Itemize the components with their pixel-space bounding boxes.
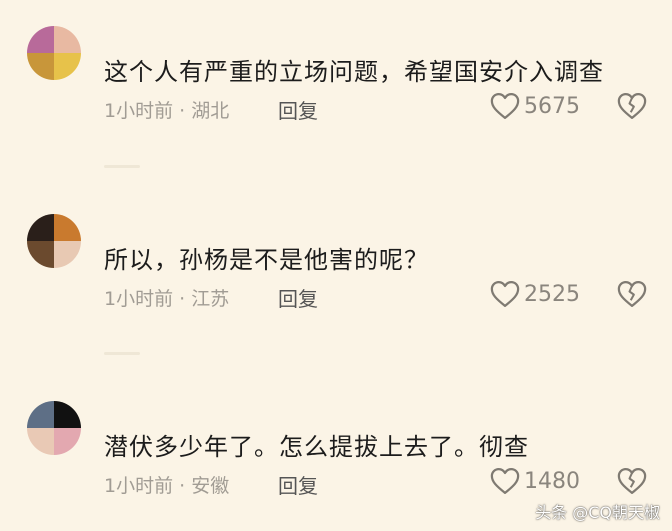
comment-item: 这个人有严重的立场问题，希望国安介入调查 1小时前 · 湖北 回复 5675 [0, 18, 672, 158]
comment-meta: 1小时前 · 江苏 [104, 288, 230, 310]
reply-button[interactable]: 回复 [278, 283, 318, 312]
dislike-button[interactable] [617, 91, 647, 121]
broken-heart-icon [617, 281, 647, 307]
avatar[interactable] [27, 26, 81, 80]
heart-outline-icon [490, 93, 520, 119]
avatar-pixel [27, 428, 54, 455]
avatar-pixel [27, 241, 54, 268]
comment-text: 这个人有严重的立场问题，希望国安介入调查 [104, 58, 604, 86]
reply-button[interactable]: 回复 [278, 470, 318, 499]
avatar-pixel [54, 428, 81, 455]
comment-list: 这个人有严重的立场问题，希望国安介入调查 1小时前 · 湖北 回复 5675 所… [0, 0, 672, 531]
avatar-pixel [54, 26, 81, 53]
heart-outline-icon [490, 281, 520, 307]
watermark: 头条 @CQ朝天椒 [535, 503, 660, 522]
broken-heart-icon [617, 468, 647, 494]
avatar[interactable] [27, 214, 81, 268]
avatar-pixel [54, 241, 81, 268]
like-count: 1480 [524, 468, 580, 494]
comment-text: 潜伏多少年了。怎么提拔上去了。彻查 [104, 433, 529, 461]
comment-meta: 1小时前 · 湖北 [104, 100, 230, 122]
broken-heart-icon [617, 93, 647, 119]
avatar[interactable] [27, 401, 81, 455]
like-count: 5675 [524, 93, 580, 119]
like-button[interactable]: 2525 [490, 278, 580, 310]
dislike-button[interactable] [617, 279, 647, 309]
avatar-pixel [54, 53, 81, 80]
comment-item: 所以，孙杨是不是他害的呢？ 1小时前 · 江苏 回复 2525 [0, 206, 672, 346]
divider [104, 352, 140, 355]
dislike-button[interactable] [617, 466, 647, 496]
divider [104, 165, 140, 168]
heart-outline-icon [490, 468, 520, 494]
comment-text: 所以，孙杨是不是他害的呢？ [104, 246, 429, 274]
avatar-pixel [54, 214, 81, 241]
avatar-pixel [27, 26, 54, 53]
avatar-pixel [27, 214, 54, 241]
like-count: 2525 [524, 281, 580, 307]
reply-button[interactable]: 回复 [278, 95, 318, 124]
avatar-pixel [54, 401, 81, 428]
avatar-pixel [27, 401, 54, 428]
like-button[interactable]: 1480 [490, 465, 580, 497]
comment-meta: 1小时前 · 安徽 [104, 475, 230, 497]
avatar-pixel [27, 53, 54, 80]
like-button[interactable]: 5675 [490, 90, 580, 122]
